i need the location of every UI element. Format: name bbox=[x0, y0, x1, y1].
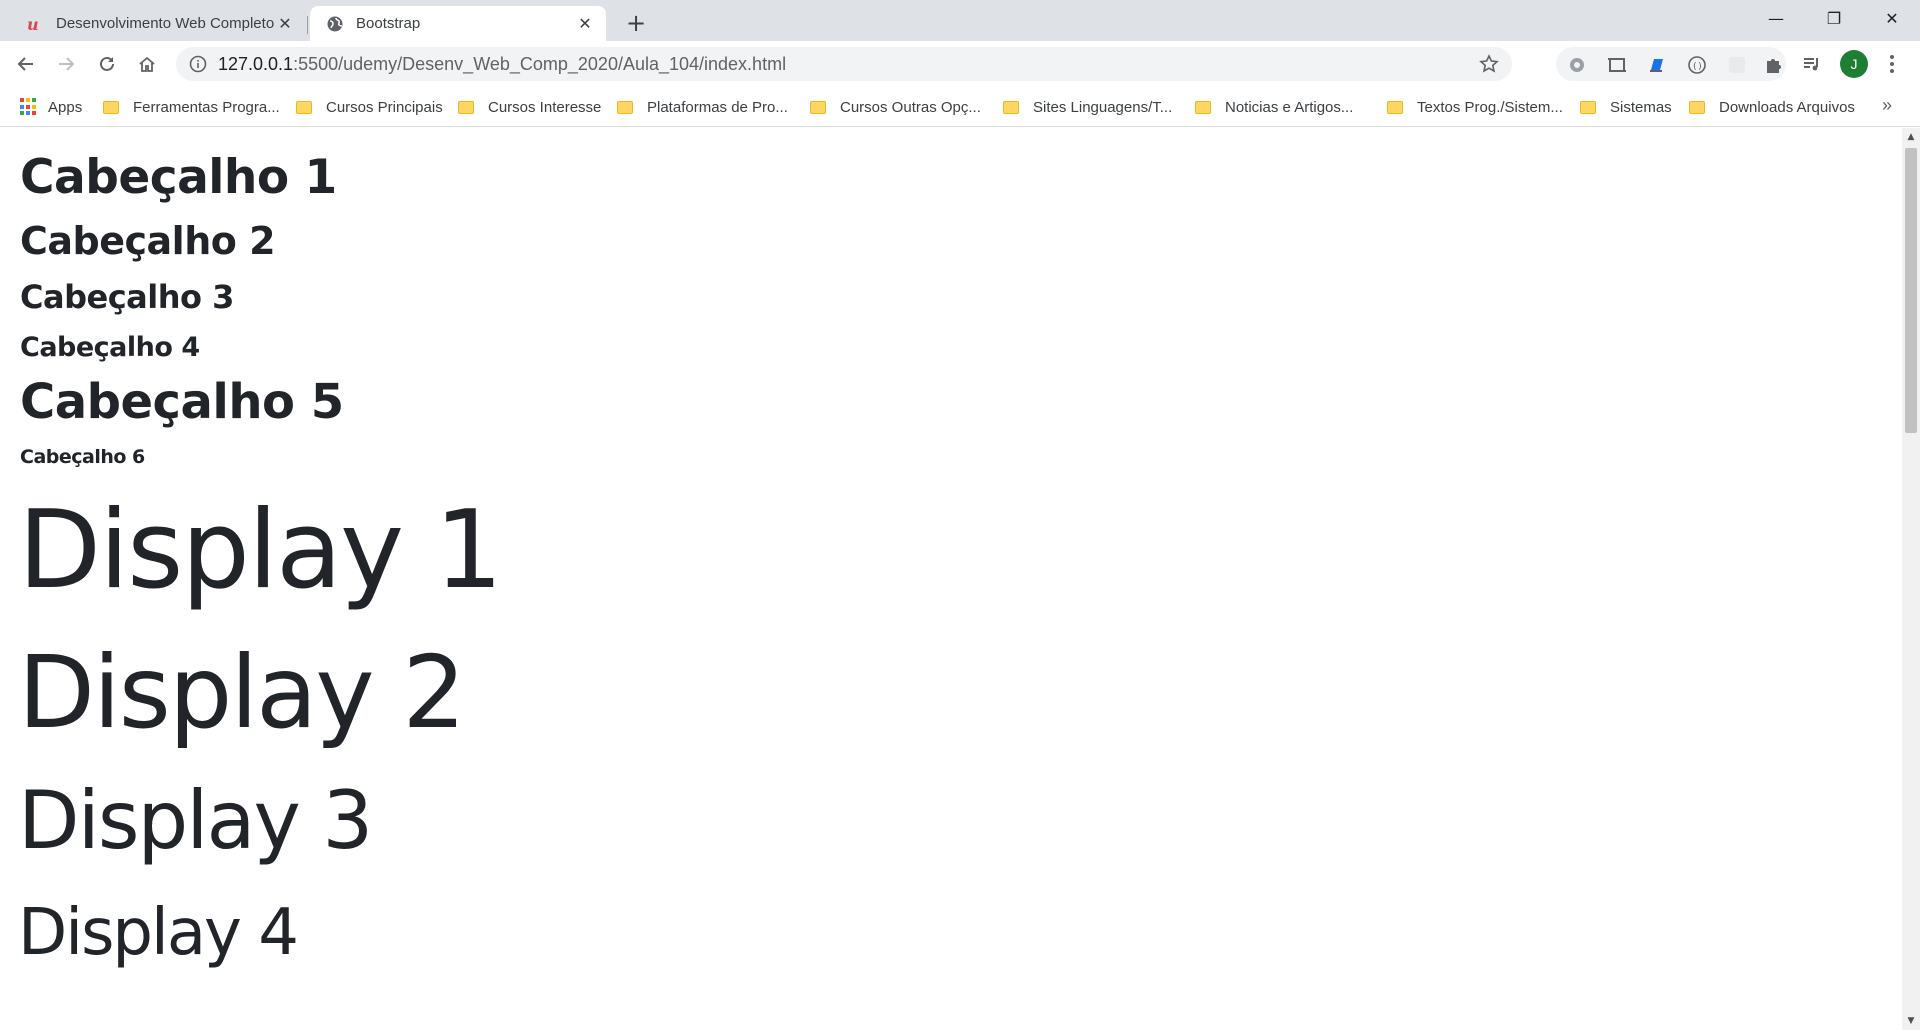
reload-button[interactable] bbox=[91, 48, 123, 80]
folder-icon bbox=[103, 100, 119, 114]
display-3: Display 3 bbox=[18, 774, 373, 867]
folder-icon bbox=[617, 100, 633, 114]
profile-avatar[interactable]: J bbox=[1840, 50, 1868, 78]
bookmark-label: Ferramentas Progra... bbox=[133, 98, 280, 116]
folder-icon bbox=[1195, 100, 1211, 114]
folder-icon bbox=[296, 100, 312, 114]
close-tab-icon[interactable]: ✕ bbox=[574, 13, 596, 35]
puzzle-extensions-icon[interactable] bbox=[1762, 54, 1784, 76]
browser-toolbar: 127.0.0.1:5500/udemy/Desenv_Web_Comp_202… bbox=[0, 41, 1920, 87]
blank-extension-icon[interactable] bbox=[1726, 54, 1748, 76]
playlist-icon bbox=[1804, 58, 1818, 71]
bookmark-folder[interactable]: Plataformas de Pro... bbox=[617, 95, 788, 119]
bookmark-folder[interactable]: Cursos Interesse bbox=[458, 95, 601, 119]
minimize-button[interactable]: — bbox=[1748, 0, 1804, 36]
bookmark-star-icon[interactable] bbox=[1472, 47, 1506, 81]
display-4: Display 4 bbox=[18, 896, 299, 970]
heading-1: Cabeçalho 1 bbox=[20, 150, 337, 205]
tab-title: Desenvolvimento Web Completo bbox=[56, 15, 274, 32]
forward-arrow-icon bbox=[59, 57, 75, 71]
media-control-button[interactable] bbox=[1796, 48, 1828, 80]
heading-6: Cabeçalho 6 bbox=[20, 446, 145, 468]
bookmark-label: Cursos Interesse bbox=[488, 98, 602, 116]
folder-icon bbox=[1689, 100, 1705, 114]
bookmark-folder[interactable]: Cursos Outras Opç... bbox=[810, 95, 981, 119]
tab-title: Bootstrap bbox=[356, 15, 421, 32]
settings-extension-icon[interactable] bbox=[1566, 54, 1588, 76]
bookmark-folder[interactable]: Cursos Principais bbox=[296, 95, 443, 119]
heading-4: Cabeçalho 4 bbox=[20, 332, 200, 363]
scroll-thumb[interactable] bbox=[1905, 148, 1917, 433]
reload-icon bbox=[100, 56, 114, 71]
tab-bootstrap[interactable]: Bootstrap ✕ bbox=[310, 6, 606, 41]
url-text: 127.0.0.1:5500/udemy/Desenv_Web_Comp_202… bbox=[218, 53, 787, 74]
bookmark-folder[interactable]: Noticias e Artigos... bbox=[1195, 95, 1353, 119]
new-tab-button[interactable]: + bbox=[620, 9, 652, 37]
tab-strip: u Desenvolvimento Web Completo ✕ Bootstr… bbox=[0, 0, 1920, 41]
apps-grid-icon bbox=[20, 98, 38, 116]
scroll-down-arrow-icon[interactable]: ▼ bbox=[1902, 1012, 1920, 1030]
bookmark-label: Sistemas bbox=[1610, 98, 1672, 116]
bookmark-folder[interactable]: Sites Linguagens/T... bbox=[1003, 95, 1172, 119]
bookmark-apps[interactable]: Apps bbox=[20, 95, 82, 119]
bookmark-folder[interactable]: Sistemas bbox=[1580, 95, 1672, 119]
bookmark-label: Textos Prog./Sistem... bbox=[1417, 98, 1563, 116]
bookmarks-bar: Apps Ferramentas Progra... Cursos Princi… bbox=[0, 87, 1920, 127]
bookmark-folder[interactable]: Textos Prog./Sistem... bbox=[1387, 95, 1563, 119]
browser-menu-icon[interactable] bbox=[1880, 51, 1904, 77]
back-arrow-icon bbox=[17, 57, 33, 71]
udemy-icon: u bbox=[26, 15, 44, 33]
bookmark-label: Cursos Outras Opç... bbox=[840, 98, 981, 116]
page-content: Cabeçalho 1 Cabeçalho 2 Cabeçalho 3 Cabe… bbox=[0, 128, 1902, 1030]
tab-separator bbox=[307, 16, 308, 34]
folder-icon bbox=[1580, 100, 1596, 114]
page-scrollbar[interactable]: ▲ ▼ bbox=[1902, 128, 1920, 1030]
heading-3: Cabeçalho 3 bbox=[20, 278, 234, 316]
folder-icon bbox=[458, 100, 474, 114]
folder-icon bbox=[1003, 100, 1019, 114]
globe-icon bbox=[326, 15, 344, 33]
folder-icon bbox=[1387, 100, 1403, 114]
code-extension-icon[interactable]: () bbox=[1686, 54, 1708, 76]
screenshot-extension-icon[interactable] bbox=[1606, 54, 1628, 76]
folder-icon bbox=[810, 100, 826, 114]
address-bar[interactable]: 127.0.0.1:5500/udemy/Desenv_Web_Comp_202… bbox=[176, 47, 1512, 81]
heading-2: Cabeçalho 2 bbox=[20, 219, 276, 263]
bookmark-label: Downloads Arquivos bbox=[1719, 98, 1855, 116]
tab-udemy[interactable]: u Desenvolvimento Web Completo ✕ bbox=[10, 6, 306, 41]
heading-5: Cabeçalho 5 bbox=[20, 374, 344, 430]
home-icon bbox=[139, 56, 155, 72]
display-1: Display 1 bbox=[18, 488, 503, 613]
svg-text:(): () bbox=[1692, 62, 1703, 72]
bookmark-label: Cursos Principais bbox=[326, 98, 443, 116]
close-tab-icon[interactable]: ✕ bbox=[274, 13, 296, 35]
bookmark-folder[interactable]: Ferramentas Progra... bbox=[103, 95, 280, 119]
bookmark-label: Plataformas de Pro... bbox=[647, 98, 788, 116]
blue-extension-icon[interactable] bbox=[1646, 54, 1668, 76]
scroll-up-arrow-icon[interactable]: ▲ bbox=[1902, 128, 1920, 146]
more-bookmarks-button[interactable]: » bbox=[1882, 95, 1892, 116]
restore-button[interactable]: ❐ bbox=[1806, 0, 1862, 36]
bookmark-label: Apps bbox=[48, 98, 83, 116]
display-2: Display 2 bbox=[18, 634, 466, 751]
forward-button[interactable] bbox=[50, 48, 82, 80]
bookmark-label: Noticias e Artigos... bbox=[1225, 98, 1354, 116]
svg-text:u: u bbox=[27, 15, 39, 33]
info-icon bbox=[189, 55, 207, 73]
back-button[interactable] bbox=[10, 48, 42, 80]
bookmark-folder[interactable]: Downloads Arquivos bbox=[1689, 95, 1855, 119]
home-button[interactable] bbox=[131, 48, 163, 80]
close-window-button[interactable]: ✕ bbox=[1864, 0, 1920, 36]
bookmark-label: Sites Linguagens/T... bbox=[1033, 98, 1173, 116]
extensions-area: () bbox=[1556, 47, 1786, 81]
